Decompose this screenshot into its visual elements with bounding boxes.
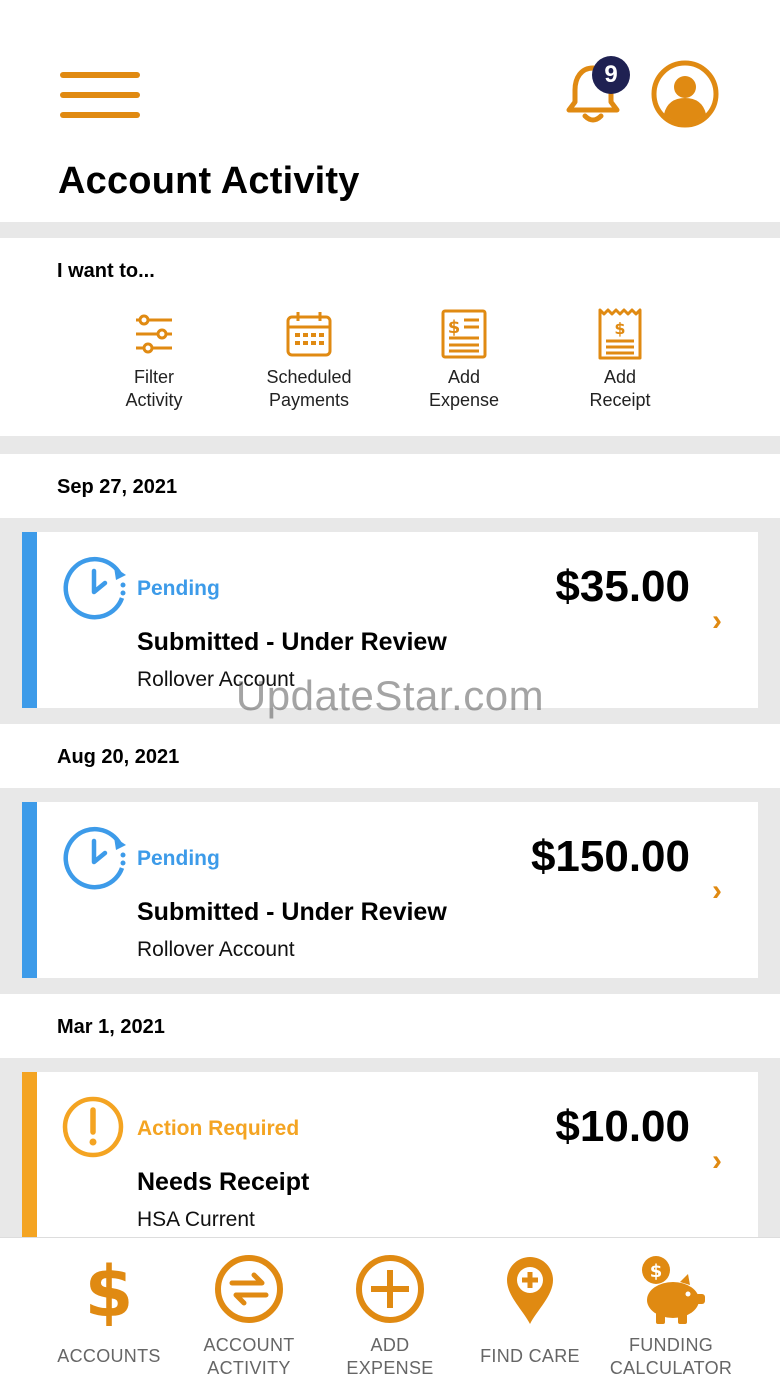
svg-text:$: $ bbox=[614, 319, 625, 338]
filter-sliders-icon bbox=[136, 314, 172, 354]
tab-label: FUNDING CALCULATOR bbox=[609, 1335, 733, 1378]
add-expense-action-button[interactable]: $ Add Expense bbox=[399, 308, 529, 412]
divider bbox=[0, 436, 780, 454]
date-header: Aug 20, 2021 bbox=[0, 724, 780, 788]
tab-label: ACCOUNT ACTIVITY bbox=[203, 1335, 295, 1378]
app-header: 9 Account Activity bbox=[0, 0, 780, 222]
notification-badge: 9 bbox=[592, 56, 630, 94]
calendar-icon bbox=[286, 312, 332, 357]
status-label: Pending bbox=[137, 847, 220, 870]
chevron-right-icon: › bbox=[712, 1144, 722, 1177]
status-stripe bbox=[22, 532, 37, 708]
amount: $150.00 bbox=[530, 832, 690, 881]
add-receipt-label: Add Receipt bbox=[589, 367, 651, 410]
pending-clock-icon bbox=[63, 556, 126, 620]
date-header: Mar 1, 2021 bbox=[0, 994, 780, 1058]
status-label: Action Required bbox=[137, 1117, 300, 1140]
tab-account-activity[interactable]: ACCOUNT ACTIVITY bbox=[179, 1252, 319, 1380]
status-label: Pending bbox=[137, 577, 220, 600]
account-name: Rollover Account bbox=[137, 938, 295, 961]
map-pin-plus-icon bbox=[507, 1257, 553, 1324]
tab-label: FIND CARE bbox=[480, 1346, 580, 1366]
activity-date: Aug 20, 2021 bbox=[57, 746, 180, 768]
tab-accounts[interactable]: $ ACCOUNTS bbox=[39, 1252, 179, 1368]
activity-card[interactable]: Action Required $10.00 Needs Receipt HSA… bbox=[22, 1072, 758, 1248]
dollar-icon: $ bbox=[85, 1252, 134, 1326]
menu-icon[interactable] bbox=[60, 72, 140, 118]
plus-circle-icon bbox=[356, 1255, 424, 1323]
chevron-right-icon: › bbox=[712, 604, 722, 637]
account-name: Rollover Account bbox=[137, 668, 295, 691]
transfer-arrows-icon bbox=[215, 1255, 283, 1323]
tab-find-care[interactable]: FIND CARE bbox=[460, 1252, 600, 1368]
date-header: Sep 27, 2021 bbox=[0, 454, 780, 518]
page-title: Account Activity bbox=[58, 160, 360, 202]
activity-card[interactable]: Pending $35.00 Submitted - Under Review … bbox=[22, 532, 758, 708]
svg-text:$: $ bbox=[448, 317, 461, 338]
activity-title: Submitted - Under Review bbox=[137, 898, 447, 926]
amount: $35.00 bbox=[555, 562, 690, 611]
account-name: HSA Current bbox=[137, 1208, 255, 1231]
tab-funding-calculator[interactable]: $ FUNDING CALCULATOR bbox=[601, 1252, 741, 1380]
activity-card[interactable]: Pending $150.00 Submitted - Under Review… bbox=[22, 802, 758, 978]
pending-clock-icon bbox=[63, 826, 126, 890]
filter-activity-label: Filter Activity bbox=[125, 367, 183, 410]
add-receipt-button[interactable]: $ Add Receipt bbox=[555, 308, 685, 412]
status-stripe bbox=[22, 802, 37, 978]
alert-icon bbox=[62, 1096, 124, 1158]
status-stripe bbox=[22, 1072, 37, 1248]
filter-activity-button[interactable]: Filter Activity bbox=[89, 308, 219, 412]
activity-title: Needs Receipt bbox=[137, 1168, 310, 1196]
piggy-bank-icon: $ bbox=[642, 1256, 705, 1324]
expense-document-icon: $ bbox=[441, 309, 487, 359]
receipt-icon: $ bbox=[598, 308, 642, 360]
profile-avatar-icon[interactable] bbox=[651, 60, 719, 128]
activity-date: Mar 1, 2021 bbox=[57, 1016, 165, 1038]
svg-text:$: $ bbox=[650, 1261, 663, 1282]
chevron-right-icon: › bbox=[712, 874, 722, 907]
tab-label: ADD EXPENSE bbox=[346, 1335, 434, 1378]
tab-add-expense[interactable]: ADD EXPENSE bbox=[320, 1252, 460, 1380]
quick-actions: I want to... Filter Activity Scheduled P… bbox=[0, 238, 780, 436]
tab-label: ACCOUNTS bbox=[57, 1346, 161, 1366]
scheduled-payments-button[interactable]: Scheduled Payments bbox=[244, 308, 374, 412]
quick-actions-title: I want to... bbox=[57, 260, 155, 282]
activity-date: Sep 27, 2021 bbox=[57, 476, 178, 498]
activity-title: Submitted - Under Review bbox=[137, 628, 447, 656]
scheduled-payments-label: Scheduled Payments bbox=[266, 367, 352, 410]
add-expense-action-label: Add Expense bbox=[428, 367, 500, 410]
divider bbox=[0, 222, 780, 238]
svg-text:$: $ bbox=[85, 1252, 134, 1326]
amount: $10.00 bbox=[555, 1102, 690, 1151]
bottom-tab-bar: $ ACCOUNTS ACCOUNT ACTIVITY ADD EXPENSE … bbox=[0, 1237, 780, 1387]
